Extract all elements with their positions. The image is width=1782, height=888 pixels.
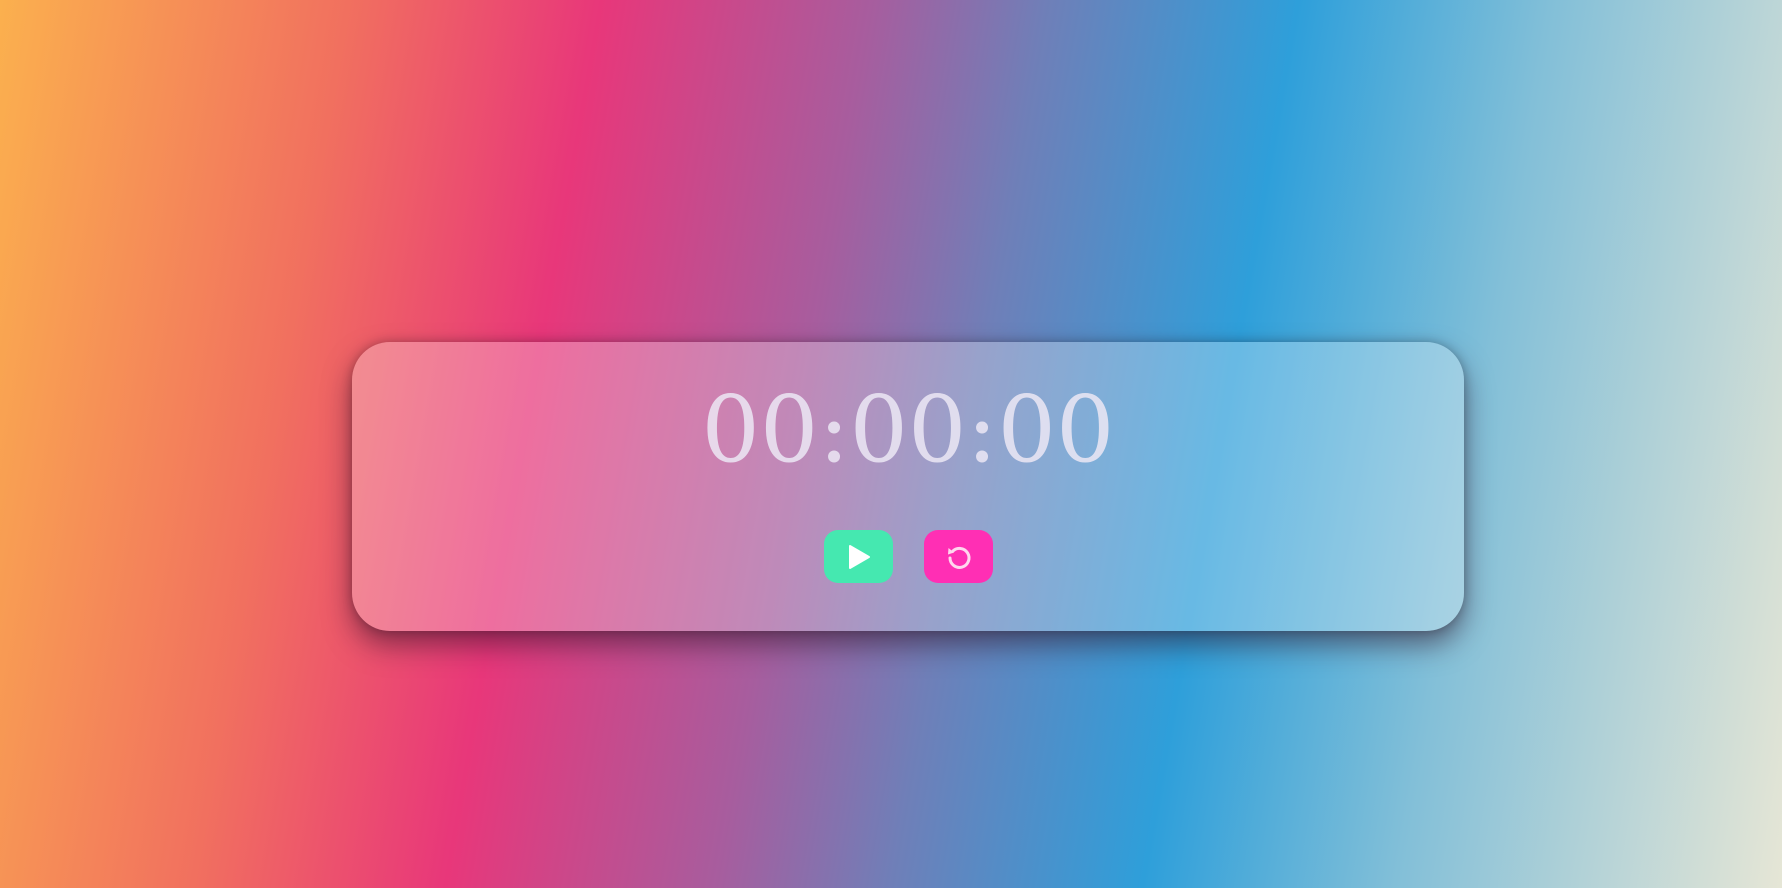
timer-display: 00:00:00	[701, 376, 1115, 483]
reset-icon	[947, 546, 970, 569]
stopwatch-card: 00:00:00	[352, 342, 1464, 631]
reset-button[interactable]	[924, 530, 993, 583]
start-button[interactable]	[824, 530, 893, 583]
play-icon	[848, 544, 870, 569]
